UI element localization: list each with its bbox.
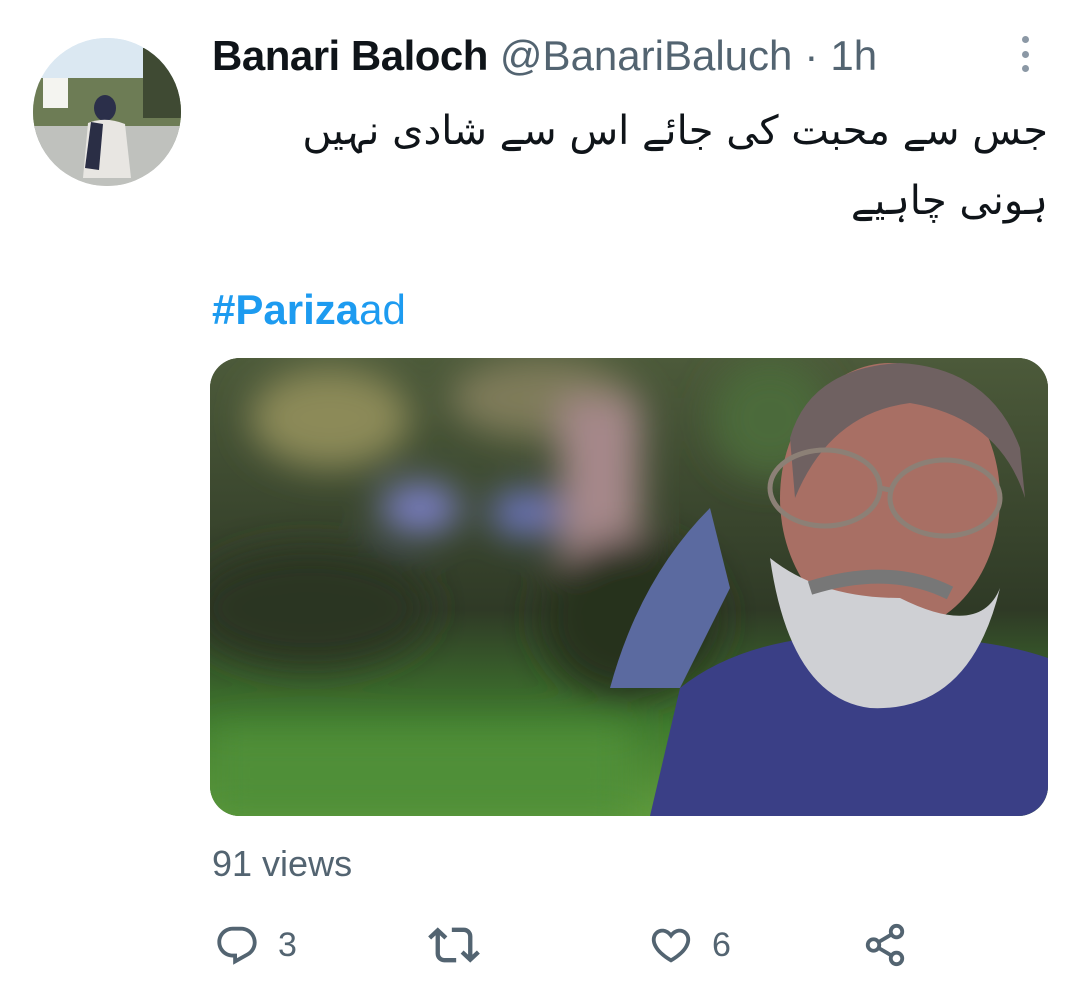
hashtag-link[interactable]: #Parizaad — [212, 286, 406, 334]
share-button[interactable] — [862, 910, 908, 980]
media-video[interactable] — [210, 358, 1048, 816]
reply-count: 3 — [278, 925, 297, 964]
timestamp[interactable]: 1h — [830, 32, 877, 80]
user-handle[interactable]: @BanariBaluch — [500, 32, 792, 80]
hashtag-rest-part: ad — [359, 286, 406, 333]
retweet-button[interactable] — [428, 910, 498, 980]
more-vertical-icon[interactable] — [1012, 36, 1038, 72]
tweet-actions: 3 6 — [0, 910, 1080, 980]
video-thumbnail — [210, 358, 1048, 816]
reply-button[interactable]: 3 — [214, 910, 297, 980]
tweet-header: Banari Baloch @BanariBaluch · 1h — [212, 30, 877, 82]
avatar[interactable] — [33, 38, 181, 186]
avatar-image — [33, 38, 181, 186]
heart-icon — [651, 928, 691, 963]
view-count: 91 views — [212, 843, 353, 884]
separator-dot: · — [804, 32, 819, 79]
reply-icon — [217, 926, 257, 965]
share-icon — [865, 923, 905, 967]
display-name[interactable]: Banari Baloch — [212, 32, 488, 80]
like-count: 6 — [712, 925, 731, 964]
hashtag-bold-part: #Pariza — [212, 286, 360, 333]
like-button[interactable]: 6 — [648, 910, 731, 980]
retweet-icon — [428, 927, 480, 963]
tweet-text: جس سے محبت کی جائے اس سے شادی نہیں ہونی … — [302, 108, 1048, 224]
